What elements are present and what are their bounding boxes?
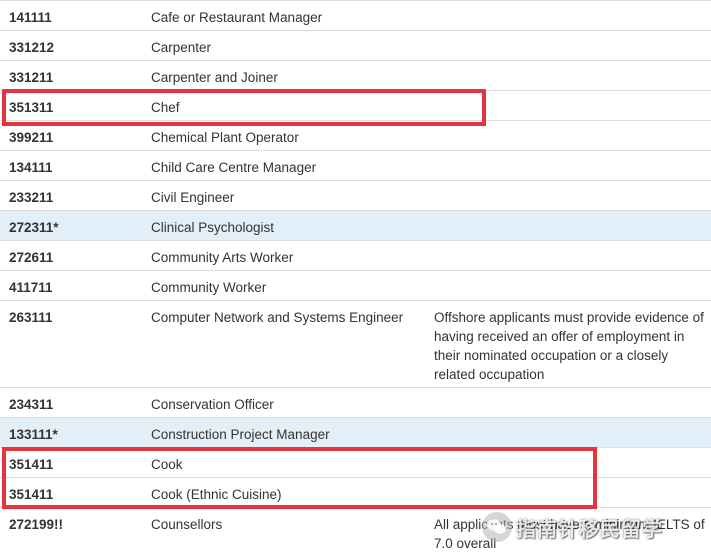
table-row: 331212 Carpenter (0, 30, 711, 60)
table-row: 141111 Cafe or Restaurant Manager (0, 0, 711, 30)
table-row: 233211 Civil Engineer (0, 180, 711, 210)
table-row: 411711 Community Worker (0, 270, 711, 300)
occupation-code: 133111* (9, 427, 58, 442)
table-row: 272611 Community Arts Worker (0, 240, 711, 270)
table-row-highlighted: 133111* Construction Project Manager (0, 417, 711, 447)
table-row: 272199!! Counsellors All applicants must… (0, 507, 711, 558)
occupation-code: 272199!! (9, 517, 64, 532)
occupation-code: 272311* (9, 220, 59, 235)
occupation-name: Computer Network and Systems Engineer (151, 310, 404, 325)
red-highlight-box-chef (2, 89, 486, 126)
table-row: 234311 Conservation Officer (0, 387, 711, 417)
occupation-code: 272611 (9, 250, 54, 265)
occupation-code: 399211 (9, 130, 54, 145)
occupation-code: 411711 (9, 280, 53, 295)
occupation-name: Child Care Centre Manager (151, 160, 317, 175)
occupation-code: 331211 (9, 70, 54, 85)
occupation-code: 234311 (9, 397, 54, 412)
table-row: 263111 Computer Network and Systems Engi… (0, 300, 711, 387)
table-row-highlighted: 272311* Clinical Psychologist (0, 210, 711, 240)
occupation-name: Chemical Plant Operator (151, 130, 299, 145)
table-row: 331211 Carpenter and Joiner (0, 60, 711, 90)
occupation-name: Carpenter and Joiner (151, 70, 278, 85)
red-highlight-box-cook (2, 447, 597, 509)
occupation-name: Clinical Psychologist (151, 220, 275, 235)
occupation-note: Offshore applicants must provide evidenc… (434, 310, 704, 382)
occupation-name: Conservation Officer (151, 397, 274, 412)
occupation-name: Civil Engineer (151, 190, 235, 205)
occupation-name: Community Worker (151, 280, 267, 295)
occupation-code: 233211 (9, 190, 54, 205)
occupation-name: Cafe or Restaurant Manager (151, 10, 323, 25)
occupation-note: All applicants must have a minimum IELTS… (434, 517, 705, 551)
occupation-name: Community Arts Worker (151, 250, 294, 265)
occupation-code: 263111 (9, 310, 53, 325)
occupation-code: 141111 (9, 10, 52, 25)
table-row: 134111 Child Care Centre Manager (0, 150, 711, 180)
occupation-code: 331212 (9, 40, 55, 55)
occupation-name: Carpenter (151, 40, 212, 55)
occupation-code: 134111 (9, 160, 53, 175)
occupation-name: Construction Project Manager (151, 427, 330, 442)
occupation-name: Counsellors (151, 517, 223, 532)
